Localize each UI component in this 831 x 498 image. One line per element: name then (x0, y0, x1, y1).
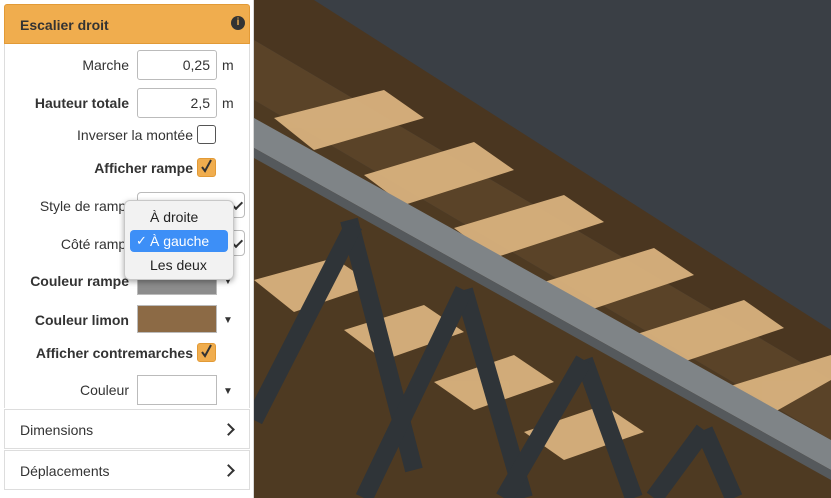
info-icon[interactable]: i (231, 16, 245, 30)
section-dimensions[interactable]: Dimensions (4, 409, 250, 449)
dropdown-option-gauche[interactable]: ✓ À gauche (130, 230, 228, 252)
afficher-rampe-checkbox[interactable] (197, 158, 216, 177)
cote-rampe-dropdown: À droite ✓ À gauche Les deux (124, 200, 234, 280)
marche-value: 0,25 (182, 57, 210, 73)
marche-input[interactable]: 0,25 (137, 50, 217, 80)
chevron-right-icon (222, 464, 235, 477)
checkmark-icon (201, 159, 212, 173)
couleur-swatch[interactable] (137, 375, 217, 405)
section-deplacements[interactable]: Déplacements (4, 450, 250, 490)
section-dimensions-label: Dimensions (20, 422, 94, 438)
couleur-caret[interactable]: ▼ (223, 386, 233, 397)
style-rampe-label: Style de rampe (39, 198, 134, 214)
marche-label: Marche (82, 57, 129, 73)
dropdown-option-deux[interactable]: Les deux (130, 254, 228, 276)
afficher-rampe-label: Afficher rampe (94, 160, 193, 176)
dropdown-option-droite[interactable]: À droite (130, 206, 228, 228)
dropdown-option-label: À droite (150, 209, 199, 225)
dropdown-option-label: Les deux (150, 257, 207, 273)
properties-panel: Escalier droit i Marche 0,25 m Hauteur t… (0, 0, 254, 498)
hauteur-label: Hauteur totale (34, 95, 129, 111)
checkmark-icon (201, 344, 212, 358)
panel-title: Escalier droit (20, 17, 109, 33)
dropdown-option-label: À gauche (150, 233, 210, 249)
3d-viewport[interactable] (254, 0, 831, 498)
inverser-checkbox[interactable] (197, 125, 216, 144)
check-icon: ✓ (136, 233, 147, 248)
section-deplacements-label: Déplacements (20, 463, 110, 479)
staircase-render (254, 0, 831, 498)
afficher-contremarches-label: Afficher contremarches (35, 345, 193, 361)
couleur-limon-caret[interactable]: ▼ (223, 315, 233, 326)
couleur-limon-swatch[interactable] (137, 305, 217, 333)
afficher-contremarches-checkbox[interactable] (197, 343, 216, 362)
hauteur-value: 2,5 (190, 95, 210, 111)
marche-unit: m (222, 57, 234, 73)
couleur-rampe-label: Couleur rampe (30, 273, 129, 289)
couleur-label: Couleur (79, 382, 129, 398)
panel-header: Escalier droit i (4, 4, 250, 44)
couleur-limon-label: Couleur limon (34, 312, 129, 328)
hauteur-input[interactable]: 2,5 (137, 88, 217, 118)
hauteur-unit: m (222, 95, 234, 111)
chevron-right-icon (222, 423, 235, 436)
inverser-label: Inverser la montée (77, 127, 193, 143)
